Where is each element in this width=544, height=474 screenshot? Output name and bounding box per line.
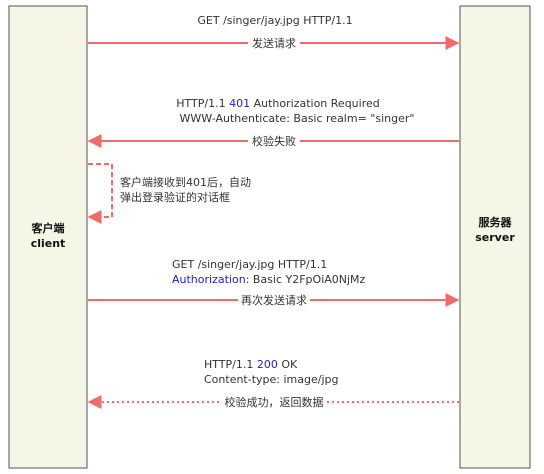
message-3: GET /singer/jay.jpg HTTP/1.1 Authorizati… (88, 258, 460, 307)
header-text: HTTP/1.1 (204, 358, 257, 371)
message-header-line: Content-type: image/jpg (204, 373, 338, 386)
message-2: HTTP/1.1 401 Authorization Required WWW-… (87, 97, 459, 148)
message-header-line: HTTP/1.1 401 Authorization Required (176, 97, 380, 110)
message-4: HTTP/1.1 200 OK Content-type: image/jpg … (87, 358, 459, 409)
server-label-en: server (475, 231, 515, 244)
header-text: GET /singer/jay.jpg HTTP/1.1 (197, 14, 352, 27)
message-header-line: WWW-Authenticate: Basic realm= "singer" (180, 112, 415, 125)
sequence-diagram: 客户端 client 服务器 server GET /singer/jay.jp… (8, 5, 531, 469)
message-header-line: Authorization: Basic Y2FpOiA0NjMz (172, 273, 366, 286)
header-text: GET /singer/jay.jpg HTTP/1.1 (172, 258, 327, 271)
server-lifeline: 服务器 server (459, 5, 531, 469)
message-1: GET /singer/jay.jpg HTTP/1.1 发送请求 (88, 14, 460, 50)
arrow-label: 再次发送请求 (241, 293, 307, 307)
arrow-label: 校验成功，返回数据 (225, 395, 324, 409)
header-text: Content-type: image/jpg (204, 373, 338, 386)
highlight-token: 401 (229, 97, 250, 110)
highlight-token: Authorization (172, 273, 246, 286)
highlight-token: 200 (257, 358, 278, 371)
client-lifeline: 客户端 client (8, 5, 88, 469)
message-header-line: GET /singer/jay.jpg HTTP/1.1 (172, 258, 327, 271)
header-text: : Basic Y2FpOiA0NjMz (246, 273, 366, 286)
self-loop-note-line-2: 弹出登录验证的对话框 (120, 190, 230, 204)
self-loop-arrow (87, 163, 113, 224)
server-label-cn: 服务器 (479, 215, 513, 229)
client-label-en: client (31, 237, 66, 250)
client-self-loop: 客户端接收到401后，自动 弹出登录验证的对话框 (87, 163, 251, 224)
header-text: Authorization Required (250, 97, 380, 110)
header-text: WWW-Authenticate: Basic realm= "singer" (180, 112, 415, 125)
header-text: HTTP/1.1 (176, 97, 229, 110)
client-label-cn: 客户端 (31, 221, 65, 235)
message-header-line: HTTP/1.1 200 OK (204, 358, 298, 371)
message-header-line: GET /singer/jay.jpg HTTP/1.1 (197, 14, 352, 27)
header-text: OK (278, 358, 298, 371)
arrow-label: 发送请求 (252, 36, 296, 50)
arrow-label: 校验失败 (252, 134, 296, 148)
self-loop-note-line-1: 客户端接收到401后，自动 (120, 175, 251, 189)
